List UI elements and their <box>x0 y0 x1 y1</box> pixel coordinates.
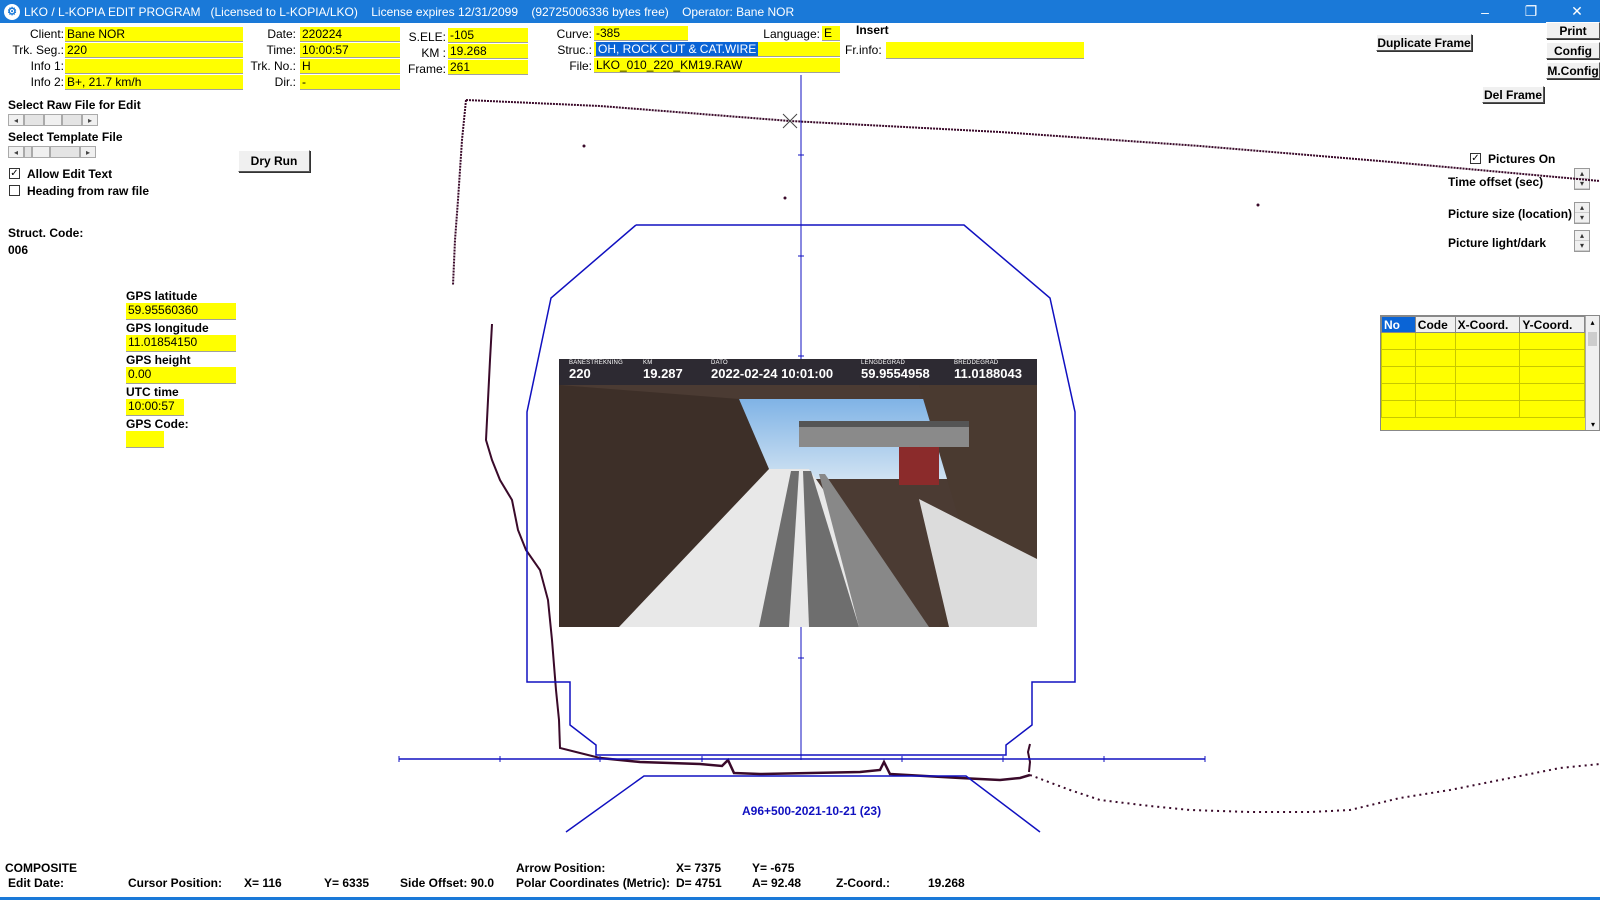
scan-points-ceiling <box>465 99 1600 182</box>
overlay-value: 11.0188043 <box>954 366 1022 381</box>
arrow-position-label: Arrow Position: <box>516 861 606 875</box>
polar-a: A= 92.48 <box>752 876 802 890</box>
overlay-value: 2022-02-24 10:01:00 <box>711 366 834 381</box>
frame-picture[interactable]: BANESTREKNING 220 KM 19.287 DATO 2022-02-24… <box>559 359 1037 627</box>
cursor-x: X= 116 <box>244 876 282 890</box>
profile-label: A96+500-2021-10-21 (23) <box>742 804 882 818</box>
scan-points-left-upper <box>452 99 467 286</box>
scan-points-right-ground <box>1029 763 1600 813</box>
track-photo-image <box>559 359 1037 627</box>
scan-points-right-post <box>1026 743 1032 773</box>
overlay-value: 59.9554958 <box>861 366 930 381</box>
composite-label: COMPOSITE <box>5 861 78 875</box>
cursor-y: Y= 6335 <box>324 876 370 890</box>
arrow-y: Y= -675 <box>752 861 795 875</box>
photo-overlay: BANESTREKNING 220 KM 19.287 DATO 2022-02-24… <box>559 359 1037 385</box>
edit-date-label: Edit Date: <box>8 876 65 890</box>
arrow-x: X= 7375 <box>676 861 722 875</box>
overlay-value: 220 <box>569 366 591 381</box>
zcoord-value: 19.268 <box>928 876 965 890</box>
polar-coordinates-label: Polar Coordinates (Metric): <box>516 876 671 890</box>
scan-point <box>582 144 586 148</box>
side-offset: Side Offset: 90.0 <box>400 876 495 890</box>
overlay-value: 19.287 <box>643 366 683 381</box>
cursor-position-label: Cursor Position: <box>128 876 223 890</box>
polar-d: D= 4751 <box>676 876 722 890</box>
zcoord-label: Z-Coord.: <box>836 876 890 890</box>
scan-point <box>783 196 787 200</box>
scan-point <box>1256 203 1260 207</box>
